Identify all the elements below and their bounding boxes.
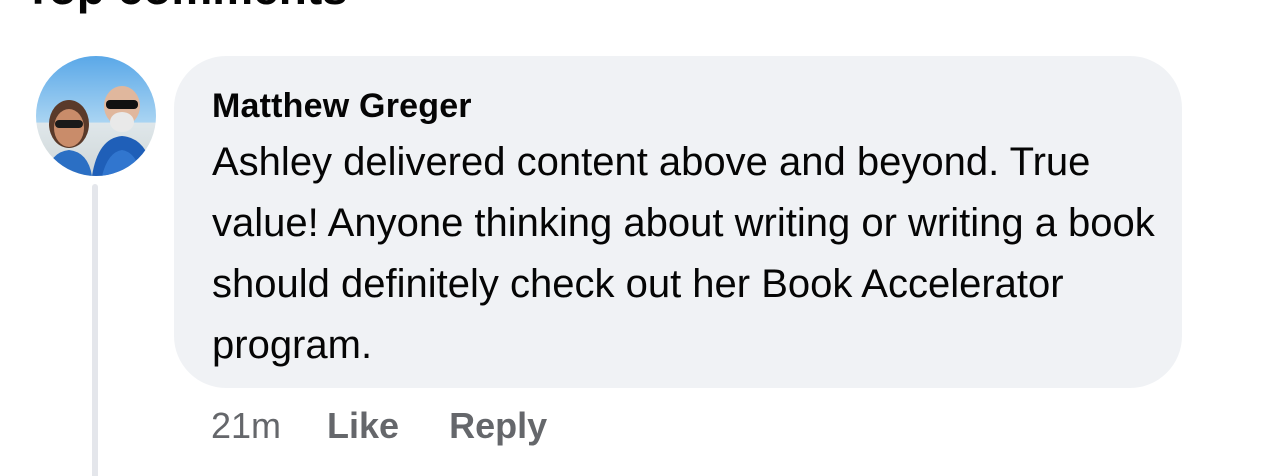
comment-actions: 21m Like Reply bbox=[211, 404, 597, 448]
section-title: Top comments bbox=[24, 0, 348, 11]
avatar-photo bbox=[36, 56, 156, 176]
avatar[interactable] bbox=[36, 56, 156, 176]
comment-bubble: Matthew Greger Ashley delivered content … bbox=[174, 56, 1182, 388]
comment-text: Ashley delivered content above and beyon… bbox=[212, 140, 1155, 367]
comment-author-name[interactable]: Matthew Greger bbox=[212, 86, 1152, 126]
comment-timestamp[interactable]: 21m bbox=[211, 404, 281, 448]
like-button[interactable]: Like bbox=[327, 404, 399, 448]
comments-panel: Top comments bbox=[0, 0, 1284, 476]
thread-line bbox=[92, 184, 98, 476]
reply-button[interactable]: Reply bbox=[449, 404, 547, 448]
